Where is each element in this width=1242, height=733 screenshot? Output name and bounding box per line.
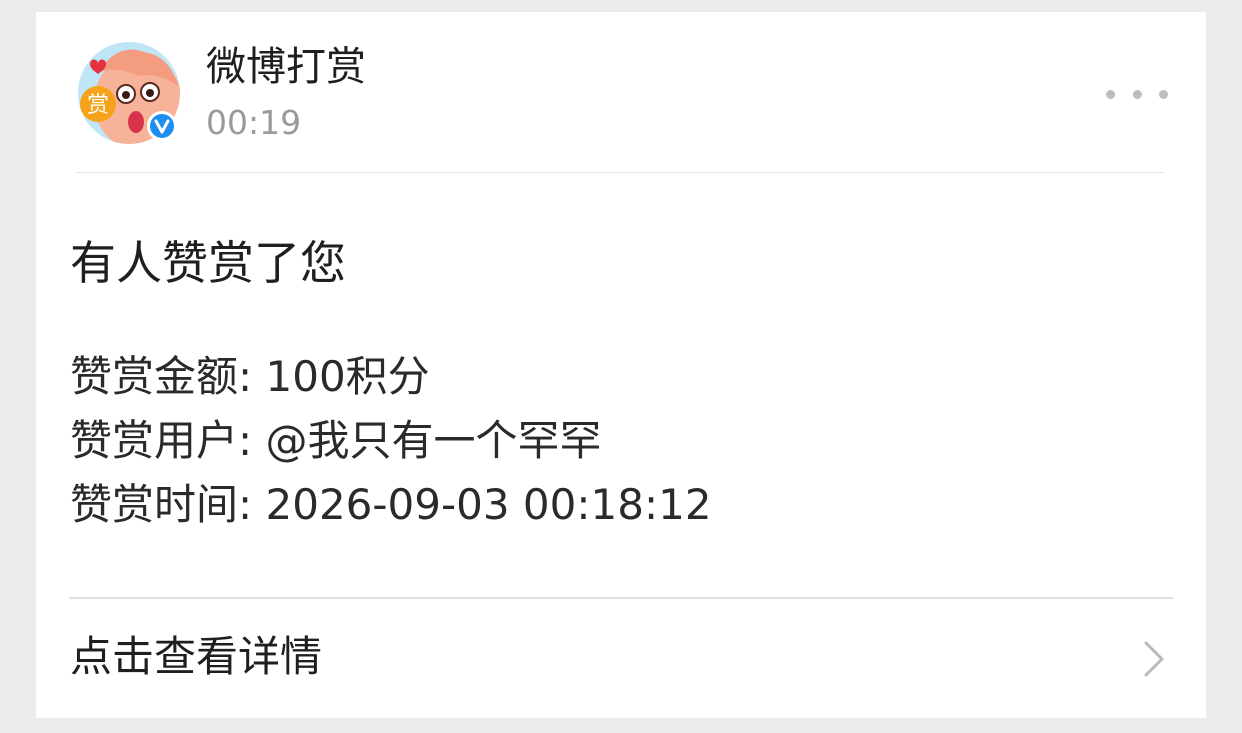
reward-user: 赞赏用户: @我只有一个罕罕: [70, 416, 602, 465]
post-time: 00:19: [206, 103, 302, 142]
more-horizontal-icon: [1132, 89, 1142, 99]
more-horizontal-icon: [1159, 89, 1168, 99]
avatar[interactable]: 赏: [78, 42, 180, 144]
avatar-image: 赏: [78, 42, 180, 144]
view-details-link[interactable]: 点击查看详情: [36, 599, 1206, 718]
header-divider: [76, 172, 1164, 173]
reward-amount: 赞赏金额: 100积分: [70, 352, 430, 401]
avatar-badge-text: 赏: [87, 93, 109, 118]
chevron-right-icon: [1144, 641, 1164, 677]
notification-card: 赏 微博打赏 00:19 有人赞赏了您 赞赏金额: 100积分 赞赏用户: @我…: [36, 12, 1206, 718]
reward-time: 赞赏时间: 2026-09-03 00:18:12: [70, 480, 712, 529]
verified-badge-icon: [150, 114, 174, 138]
sender-name[interactable]: 微博打赏: [206, 42, 366, 92]
more-options-button[interactable]: [1106, 82, 1168, 106]
view-details-label: 点击查看详情: [70, 632, 323, 681]
more-horizontal-icon: [1106, 89, 1115, 99]
message-title: 有人赞赏了您: [70, 236, 346, 290]
